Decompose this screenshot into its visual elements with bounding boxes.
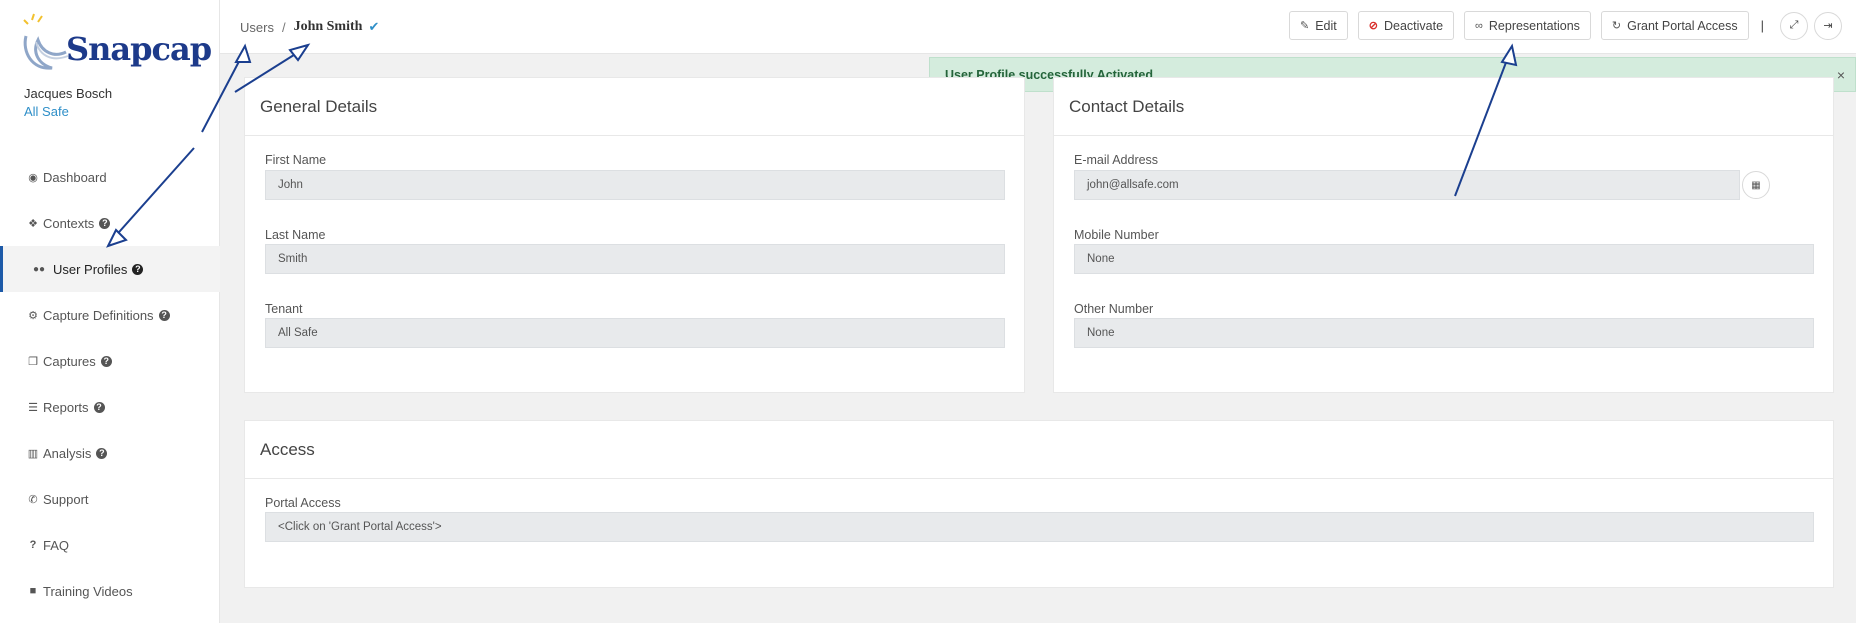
grant-portal-access-button[interactable]: ↻ Grant Portal Access [1600, 11, 1749, 40]
sidebar-item-faq[interactable]: ? FAQ [0, 522, 220, 568]
deactivate-button-label: Deactivate [1383, 18, 1444, 33]
contact-details-panel: Contact Details E-mail Address john@alls… [1053, 77, 1834, 393]
sidebar-item-label: Training Videos [43, 583, 133, 599]
panel-title: General Details [245, 78, 1024, 136]
other-number-field[interactable]: None [1074, 318, 1814, 348]
last-name-label: Last Name [265, 228, 326, 242]
edit-button[interactable]: ✎ Edit [1289, 11, 1348, 40]
portal-access-field[interactable]: <Click on 'Grant Portal Access'> [265, 512, 1814, 542]
sidebar-item-user-profiles[interactable]: ●● User Profiles ? [0, 246, 220, 292]
logo-text: Snapcap [66, 30, 212, 68]
deactivate-button[interactable]: ⊘ Deactivate [1357, 11, 1455, 40]
expand-icon[interactable]: ⤢ [1780, 11, 1808, 40]
snapcap-logo[interactable]: Snapcap [18, 12, 212, 78]
sidebar: Snapcap Jacques Bosch All Safe ◉ Dashboa… [0, 0, 220, 623]
sidebar-item-label: User Profiles [53, 261, 128, 277]
help-icon[interactable]: ? [132, 263, 144, 275]
calculator-icon[interactable]: ▦ [1742, 171, 1770, 199]
page-title: John Smith [293, 19, 363, 34]
phone-icon: ✆ [28, 493, 38, 506]
panel-title: Access [245, 421, 1833, 479]
verified-check-icon: ✔ [368, 19, 380, 34]
edit-icon: ✎ [1300, 20, 1310, 32]
current-user-name: Jacques Bosch [24, 86, 113, 101]
first-name-field[interactable]: John [265, 170, 1005, 200]
help-icon[interactable]: ? [93, 401, 105, 413]
copy-icon: ❐ [28, 355, 38, 368]
tenant-label: Tenant [265, 302, 303, 316]
ban-icon: ⊘ [1368, 20, 1378, 32]
help-icon[interactable]: ? [96, 447, 108, 459]
sidebar-item-label: Analysis [43, 445, 92, 461]
representations-button-label: Representations [1488, 18, 1580, 33]
sidebar-item-label: Dashboard [43, 169, 107, 185]
sidebar-nav: ◉ Dashboard ❖ Contexts ? ●● User Profile… [0, 154, 220, 614]
link-icon: ∞ [1475, 19, 1483, 32]
sidebar-item-label: Contexts [43, 215, 95, 231]
sidebar-item-label: Support [43, 491, 89, 507]
video-camera-icon: ■ [29, 585, 37, 597]
logout-icon[interactable]: ⇥ [1814, 11, 1842, 40]
close-icon[interactable]: × [1837, 67, 1845, 83]
sidebar-item-training-videos[interactable]: ■ Training Videos [0, 568, 220, 614]
panel-title: Contact Details [1054, 78, 1833, 136]
access-panel: Access Portal Access <Click on 'Grant Po… [244, 420, 1834, 588]
last-name-field[interactable]: Smith [265, 244, 1005, 274]
toolbar-divider: | [1760, 18, 1764, 33]
sidebar-item-contexts[interactable]: ❖ Contexts ? [0, 200, 220, 246]
toolbar: ✎ Edit ⊘ Deactivate ∞ Representations ↻ … [1279, 11, 1842, 40]
mobile-number-field[interactable]: None [1074, 244, 1814, 274]
breadcrumb-users-link[interactable]: Users [240, 20, 274, 35]
grant-portal-access-button-label: Grant Portal Access [1627, 18, 1738, 33]
email-field[interactable]: john@allsafe.com [1074, 170, 1740, 200]
help-icon[interactable]: ? [158, 309, 170, 321]
edit-button-label: Edit [1315, 18, 1337, 33]
sidebar-item-label: FAQ [43, 537, 70, 553]
tenant-field[interactable]: All Safe [265, 318, 1005, 348]
bar-chart-icon: ▥ [27, 447, 39, 460]
sidebar-item-label: Captures [43, 353, 96, 369]
other-number-label: Other Number [1074, 302, 1154, 316]
cubes-icon: ❖ [28, 217, 38, 230]
help-icon[interactable]: ? [99, 217, 111, 229]
dashboard-icon: ◉ [28, 171, 38, 184]
breadcrumb-separator: / [281, 19, 286, 35]
mobile-number-label: Mobile Number [1074, 228, 1159, 242]
general-details-panel: General Details First Name John Last Nam… [244, 77, 1025, 393]
sidebar-item-dashboard[interactable]: ◉ Dashboard [0, 154, 220, 200]
sidebar-item-label: Reports [43, 399, 89, 415]
top-bar: Users / John Smith ✔ ✎ Edit ⊘ Deactivate… [220, 0, 1856, 54]
representations-button[interactable]: ∞ Representations [1464, 11, 1591, 40]
sidebar-item-captures[interactable]: ❐ Captures ? [0, 338, 220, 384]
sidebar-item-analysis[interactable]: ▥ Analysis ? [0, 430, 220, 476]
portal-access-label: Portal Access [265, 496, 341, 510]
cogs-icon: ⚙ [28, 309, 38, 322]
users-icon: ●● [32, 263, 46, 275]
sidebar-item-reports[interactable]: ☰ Reports ? [0, 384, 220, 430]
sidebar-item-capture-definitions[interactable]: ⚙ Capture Definitions ? [0, 292, 220, 338]
question-icon: ? [29, 539, 37, 551]
sidebar-item-support[interactable]: ✆ Support [0, 476, 220, 522]
email-label: E-mail Address [1074, 153, 1159, 167]
first-name-label: First Name [265, 153, 327, 167]
sidebar-item-label: Capture Definitions [43, 307, 154, 323]
list-icon: ☰ [28, 401, 38, 414]
refresh-icon: ↻ [1611, 20, 1622, 32]
help-icon[interactable]: ? [100, 355, 112, 367]
breadcrumb: Users / John Smith ✔ [240, 19, 379, 35]
current-user-tenant[interactable]: All Safe [24, 104, 69, 119]
